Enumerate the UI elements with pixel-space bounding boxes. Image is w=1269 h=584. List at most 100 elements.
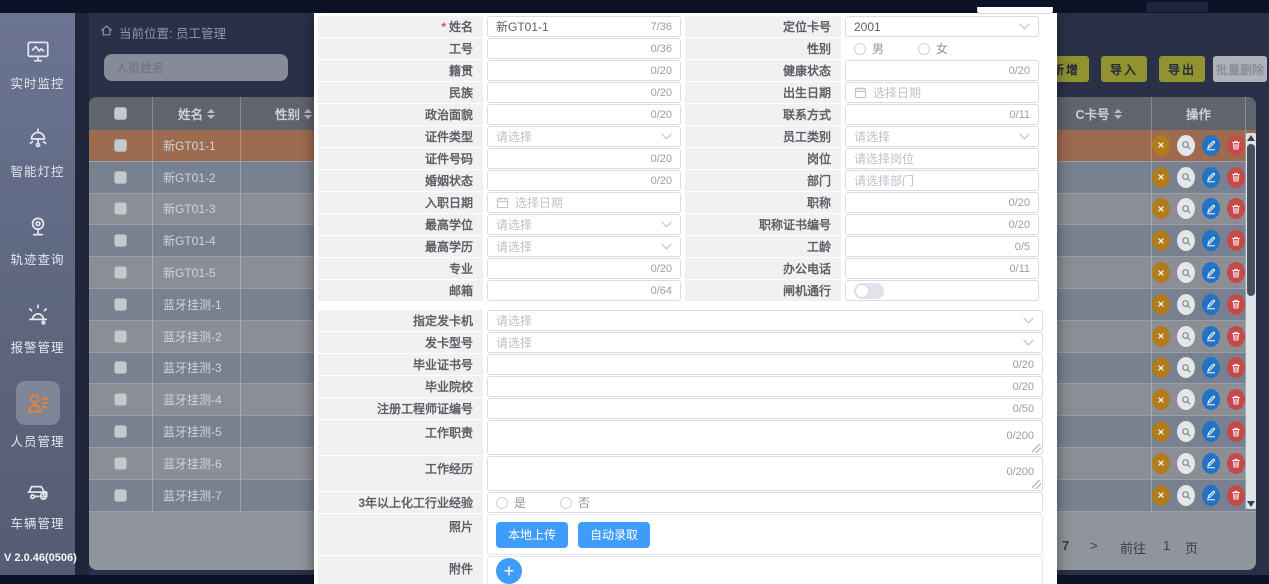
edit-button[interactable]	[1202, 135, 1220, 156]
edit-button[interactable]	[1202, 262, 1220, 283]
delete-button[interactable]	[1227, 198, 1245, 219]
field-input[interactable]: +	[487, 556, 1043, 584]
field-input[interactable]: 0/20	[845, 192, 1039, 213]
select-input[interactable]: 请选择	[487, 310, 1043, 331]
row-checkbox[interactable]	[114, 330, 127, 343]
delete-button[interactable]	[1227, 135, 1245, 156]
card-x-button[interactable]	[1152, 135, 1170, 156]
field-input[interactable]: 0/20	[845, 214, 1039, 235]
delete-button[interactable]	[1227, 262, 1245, 283]
scrollbar-up-icon[interactable]	[1247, 135, 1255, 141]
card-x-button[interactable]	[1152, 294, 1170, 315]
row-checkbox[interactable]	[114, 489, 127, 502]
pagination-page-7[interactable]: 7	[1062, 538, 1069, 553]
magnifier-button[interactable]	[1177, 230, 1195, 251]
select-input[interactable]: 请选择	[487, 126, 681, 147]
delete-button[interactable]	[1227, 230, 1245, 251]
select-input[interactable]: 请选择	[487, 214, 681, 235]
card-x-button[interactable]	[1152, 421, 1170, 442]
edit-button[interactable]	[1202, 294, 1220, 315]
delete-button[interactable]	[1227, 326, 1245, 347]
date-picker-input[interactable]: 选择日期	[487, 192, 681, 213]
row-checkbox[interactable]	[114, 139, 127, 152]
toolbar-button-3[interactable]: 导出	[1159, 56, 1205, 82]
field-input[interactable]: 0/50	[487, 398, 1043, 419]
magnifier-button[interactable]	[1177, 485, 1195, 506]
sidebar-item-5[interactable]: 人员管理	[0, 389, 75, 453]
field-input[interactable]: 0/11	[845, 258, 1039, 279]
auto-capture-button[interactable]: 自动录取	[578, 522, 650, 548]
scrollbar-down-icon[interactable]	[1247, 501, 1255, 507]
radio-option[interactable]: 是	[496, 494, 526, 511]
card-x-button[interactable]	[1152, 198, 1170, 219]
card-x-button[interactable]	[1152, 167, 1170, 188]
field-input[interactable]: 0/11	[845, 104, 1039, 125]
field-input[interactable]: 新GT01-17/36	[487, 16, 681, 37]
resize-grip-icon[interactable]	[1032, 480, 1041, 489]
edit-button[interactable]	[1202, 326, 1220, 347]
field-input[interactable]: 0/20	[487, 376, 1043, 397]
date-picker-input[interactable]: 选择日期	[845, 82, 1039, 103]
resize-grip-icon[interactable]	[1032, 444, 1041, 453]
magnifier-button[interactable]	[1177, 262, 1195, 283]
add-attachment-button[interactable]: +	[496, 558, 522, 584]
delete-button[interactable]	[1227, 453, 1245, 474]
card-x-button[interactable]	[1152, 485, 1170, 506]
sort-carets-icon[interactable]	[1114, 109, 1122, 119]
magnifier-button[interactable]	[1177, 357, 1195, 378]
magnifier-button[interactable]	[1177, 421, 1195, 442]
pagination-page-input[interactable]: 1	[1163, 538, 1170, 553]
magnifier-button[interactable]	[1177, 167, 1195, 188]
select-input[interactable]: 请选择	[845, 126, 1039, 147]
radio-option[interactable]: 女	[918, 40, 948, 57]
radio-option[interactable]: 男	[854, 40, 884, 57]
field-input[interactable]: 0/20	[487, 354, 1043, 375]
field-input[interactable]: 0/20	[487, 82, 681, 103]
field-input[interactable]: 请选择岗位	[845, 148, 1039, 169]
sort-carets-icon[interactable]	[304, 109, 312, 119]
search-input[interactable]: 人员姓名	[104, 54, 288, 81]
row-checkbox[interactable]	[114, 234, 127, 247]
select-all-checkbox[interactable]	[114, 107, 127, 120]
sort-carets-icon[interactable]	[207, 109, 215, 119]
column-header-C卡号[interactable]: C卡号	[1046, 97, 1152, 130]
field-input[interactable]: 0/20	[845, 60, 1039, 81]
pagination-next-icon[interactable]: >	[1090, 538, 1098, 553]
row-checkbox[interactable]	[114, 457, 127, 470]
radio-group[interactable]: 男女	[845, 38, 1039, 59]
field-input[interactable]: 0/20	[487, 104, 681, 125]
magnifier-button[interactable]	[1177, 389, 1195, 410]
card-x-button[interactable]	[1152, 262, 1170, 283]
field-input[interactable]: 请选择部门	[845, 170, 1039, 191]
delete-button[interactable]	[1227, 421, 1245, 442]
field-input[interactable]: 0/20	[487, 148, 681, 169]
sidebar-item-1[interactable]: 实时监控	[0, 37, 75, 101]
delete-button[interactable]	[1227, 389, 1245, 410]
delete-button[interactable]	[1227, 485, 1245, 506]
edit-button[interactable]	[1202, 230, 1220, 251]
delete-button[interactable]	[1227, 294, 1245, 315]
field-input[interactable]: 0/20	[487, 170, 681, 191]
magnifier-button[interactable]	[1177, 294, 1195, 315]
radio-group[interactable]: 是否	[487, 492, 1043, 513]
card-x-button[interactable]	[1152, 389, 1170, 410]
row-checkbox[interactable]	[114, 171, 127, 184]
column-header-姓名[interactable]: 姓名	[153, 97, 241, 130]
delete-button[interactable]	[1227, 357, 1245, 378]
field-input[interactable]: 0/20	[487, 60, 681, 81]
select-input[interactable]: 2001	[845, 16, 1039, 37]
edit-button[interactable]	[1202, 389, 1220, 410]
row-checkbox[interactable]	[114, 266, 127, 279]
edit-button[interactable]	[1202, 167, 1220, 188]
row-checkbox[interactable]	[114, 298, 127, 311]
magnifier-button[interactable]	[1177, 198, 1195, 219]
sidebar-item-4[interactable]: 报警管理	[0, 301, 75, 365]
card-x-button[interactable]	[1152, 357, 1170, 378]
row-checkbox[interactable]	[114, 393, 127, 406]
photo-buttons[interactable]: 本地上传自动录取	[487, 514, 1043, 555]
sidebar-item-6[interactable]: 车辆管理	[0, 477, 75, 541]
sidebar-item-3[interactable]: 轨迹查询	[0, 213, 75, 277]
edit-button[interactable]	[1202, 453, 1220, 474]
field-input[interactable]: 0/36	[487, 38, 681, 59]
edit-button[interactable]	[1202, 198, 1220, 219]
